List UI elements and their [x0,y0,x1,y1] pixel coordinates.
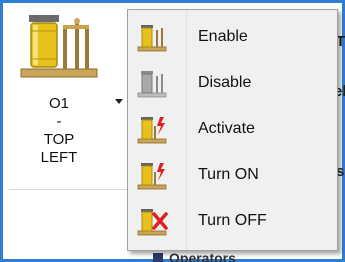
operators-icon [153,253,163,262]
coil-disable-icon [137,71,167,98]
menu-item-label: Activate [198,120,255,137]
coil-activate-icon [137,117,167,144]
background-operators-label: Operators [153,250,343,262]
chevron-down-icon[interactable] [115,99,123,104]
menu-item-label: Turn ON [198,166,259,183]
menu-item-turn-on[interactable]: Turn ON [130,154,335,198]
menu-item-label: Disable [198,74,252,91]
menu-item-enable[interactable]: Enable [130,16,335,60]
coil-turn-off-icon [137,209,168,236]
menu-item-activate[interactable]: Activate [130,108,335,152]
window-frame: O1 - TOP LEFT T el s Operators Enable Di… [0,0,345,262]
caption-line-2: - [56,113,62,130]
menu-item-label: Turn OFF [198,212,267,229]
menu-item-turn-off[interactable]: Turn OFF [130,200,335,244]
coil-turn-on-icon [137,163,167,190]
caption-line-3: TOP [43,131,75,148]
coil-split-button[interactable]: O1 - TOP LEFT [9,9,133,189]
caption-line-4: LEFT [40,149,78,166]
caption-line-1: O1 [48,95,69,112]
ribbon-divider [9,189,133,190]
coil-enable-icon [137,25,167,52]
coil-action-menu: Enable Disable Activate Turn ON Turn OFF [127,9,338,251]
operators-text: Operators [169,250,236,262]
menu-item-label: Enable [198,28,248,45]
menu-item-disable[interactable]: Disable [130,62,335,106]
coil-large-icon [20,15,98,78]
